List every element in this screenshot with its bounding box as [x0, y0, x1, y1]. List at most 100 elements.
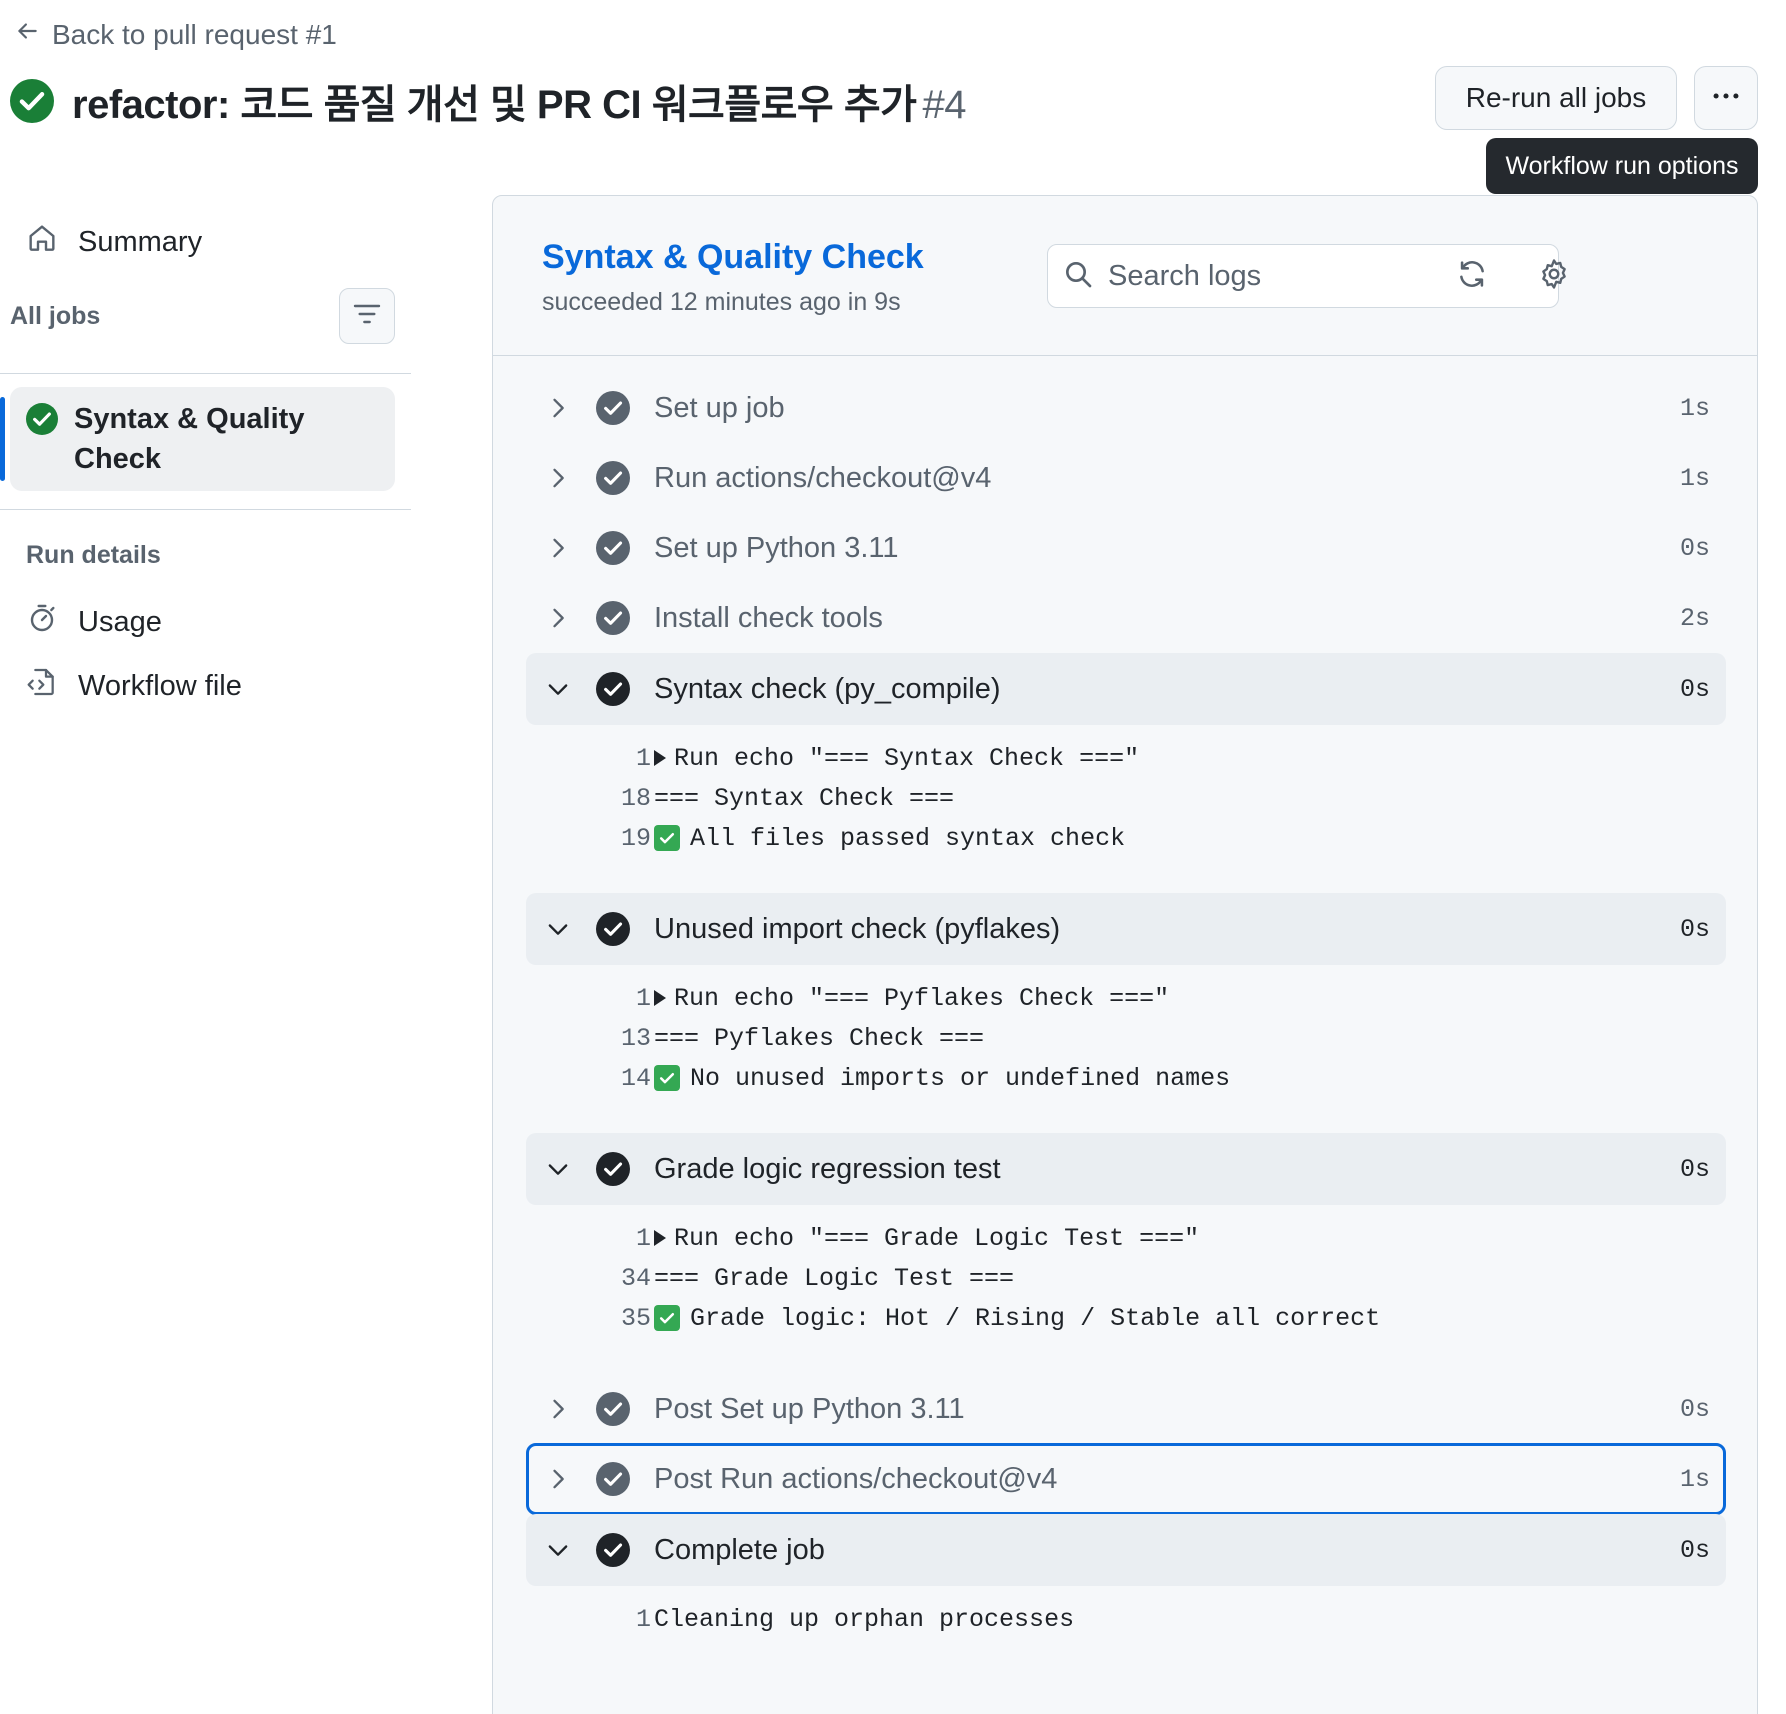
step-unused-import-check[interactable]: Unused import check (pyflakes) 0s — [526, 893, 1726, 965]
step-success-icon — [596, 672, 630, 706]
line-number: 34 — [620, 1263, 651, 1293]
chevron-right-icon — [544, 1465, 572, 1493]
settings-button[interactable] — [1532, 254, 1576, 298]
usage-label: Usage — [78, 605, 162, 638]
page-title: refactor: 코드 품질 개선 및 PR CI 워크플로우 추가 #4 — [72, 83, 966, 127]
run-number: #4 — [922, 83, 966, 127]
log-text: No unused imports or undefined names — [690, 1063, 1231, 1093]
log-line: 1 Cleaning up orphan processes — [526, 1599, 1726, 1639]
expand-triangle-icon[interactable] — [654, 750, 666, 766]
log-text: === Syntax Check === — [654, 783, 955, 813]
step-grade-logic-test[interactable]: Grade logic regression test 0s — [526, 1133, 1726, 1205]
step-name: Install check tools — [654, 601, 883, 634]
step-name: Complete job — [654, 1533, 825, 1566]
step-name: Syntax check (py_compile) — [654, 672, 1001, 705]
sidebar-workflow-file-link[interactable]: Workflow file — [26, 666, 242, 706]
step-install-check-tools[interactable]: Install check tools 2s — [526, 582, 1726, 654]
log-line: 35 Grade logic: Hot / Rising / Stable al… — [526, 1298, 1726, 1338]
step-name: Set up Python 3.11 — [654, 531, 899, 564]
step-name: Unused import check (pyflakes) — [654, 912, 1061, 945]
sidebar-divider — [0, 509, 411, 510]
step-post-run-actions-checkout[interactable]: Post Run actions/checkout@v4 1s — [526, 1443, 1726, 1515]
selected-indicator — [0, 397, 5, 481]
step-complete-job[interactable]: Complete job 0s — [526, 1514, 1726, 1586]
back-to-pr-link[interactable]: Back to pull request #1 — [14, 18, 337, 51]
step-success-icon — [596, 391, 630, 425]
workflow-run-options-tooltip: Workflow run options — [1486, 138, 1758, 194]
workflow-run-options-button[interactable] — [1694, 66, 1758, 130]
log-text: Cleaning up orphan processes — [654, 1604, 1075, 1634]
step-duration: 1s — [1679, 393, 1710, 423]
rerun-all-jobs-button[interactable]: Re-run all jobs — [1435, 66, 1677, 130]
sidebar-usage-link[interactable]: Usage — [26, 602, 162, 642]
stopwatch-icon — [26, 602, 58, 642]
chevron-right-icon — [544, 1395, 572, 1423]
filter-icon — [351, 298, 383, 335]
step-duration: 1s — [1679, 1464, 1710, 1494]
kebab-horizontal-icon — [1709, 79, 1743, 118]
log-line: 34 === Grade Logic Test === — [526, 1258, 1726, 1298]
step-success-icon — [596, 912, 630, 946]
log-line[interactable]: 1 Run echo "=== Grade Logic Test ===" — [526, 1218, 1726, 1258]
log-text: Run echo "=== Grade Logic Test ===" — [674, 1223, 1200, 1253]
line-number: 13 — [620, 1023, 651, 1053]
sidebar-job-syntax-quality-check[interactable]: Syntax & Quality Check — [0, 387, 395, 491]
step-success-icon — [596, 1392, 630, 1426]
step-duration: 0s — [1679, 674, 1710, 704]
log-line: 14 No unused imports or undefined names — [526, 1058, 1726, 1098]
step-name: Grade logic regression test — [654, 1152, 1001, 1185]
filter-jobs-button[interactable] — [339, 288, 395, 344]
sidebar-summary-link[interactable]: Summary — [26, 222, 202, 262]
log-text: === Grade Logic Test === — [654, 1263, 1015, 1293]
search-icon — [1062, 258, 1094, 295]
job-status-text: succeeded 12 minutes ago in 9s — [542, 288, 901, 316]
chevron-right-icon — [544, 394, 572, 422]
chevron-down-icon — [544, 1536, 572, 1564]
step-set-up-job[interactable]: Set up job 1s — [526, 372, 1726, 444]
line-number: 1 — [635, 743, 651, 773]
line-number: 14 — [620, 1063, 651, 1093]
job-header: Syntax & Quality Check succeeded 12 minu… — [493, 196, 1757, 356]
log-line[interactable]: 1 Run echo "=== Syntax Check ===" — [526, 738, 1726, 778]
check-mark-emoji-icon — [654, 1065, 680, 1091]
step-set-up-python[interactable]: Set up Python 3.11 0s — [526, 512, 1726, 584]
sync-icon — [1455, 257, 1489, 296]
success-check-icon — [10, 79, 54, 123]
line-number: 18 — [620, 783, 651, 813]
expand-triangle-icon[interactable] — [654, 1230, 666, 1246]
step-name: Run actions/checkout@v4 — [654, 461, 992, 494]
step-run-actions-checkout[interactable]: Run actions/checkout@v4 1s — [526, 442, 1726, 514]
log-line: 19 All files passed syntax check — [526, 818, 1726, 858]
check-mark-emoji-icon — [654, 1305, 680, 1331]
home-icon — [26, 222, 58, 262]
expand-triangle-icon[interactable] — [654, 990, 666, 1006]
step-duration: 0s — [1679, 533, 1710, 563]
log-line[interactable]: 1 Run echo "=== Pyflakes Check ===" — [526, 978, 1726, 1018]
log-text: Run echo "=== Syntax Check ===" — [674, 743, 1140, 773]
chevron-down-icon — [544, 1155, 572, 1183]
chevron-right-icon — [544, 604, 572, 632]
sidebar-divider — [0, 373, 411, 374]
chevron-down-icon — [544, 675, 572, 703]
step-duration: 0s — [1679, 1154, 1710, 1184]
line-number: 19 — [620, 823, 651, 853]
step-post-set-up-python[interactable]: Post Set up Python 3.11 0s — [526, 1373, 1726, 1445]
summary-label: Summary — [78, 225, 203, 258]
step-duration: 2s — [1679, 603, 1710, 633]
step-success-icon — [596, 1462, 630, 1496]
job-label: Syntax & Quality Check — [74, 403, 305, 475]
chevron-right-icon — [544, 534, 572, 562]
step-syntax-check[interactable]: Syntax check (py_compile) 0s — [526, 653, 1726, 725]
run-details-heading: Run details — [26, 541, 161, 569]
log-line: 13 === Pyflakes Check === — [526, 1018, 1726, 1058]
refresh-button[interactable] — [1450, 254, 1494, 298]
step-success-icon — [596, 461, 630, 495]
arrow-left-icon — [14, 18, 40, 51]
back-link-label: Back to pull request #1 — [52, 18, 337, 50]
log-text: Run echo "=== Pyflakes Check ===" — [674, 983, 1170, 1013]
log-text: === Pyflakes Check === — [654, 1023, 985, 1053]
step-name: Post Run actions/checkout@v4 — [654, 1462, 1058, 1495]
all-jobs-heading: All jobs — [10, 302, 101, 330]
line-number: 35 — [620, 1303, 651, 1333]
step-duration: 0s — [1679, 1535, 1710, 1565]
